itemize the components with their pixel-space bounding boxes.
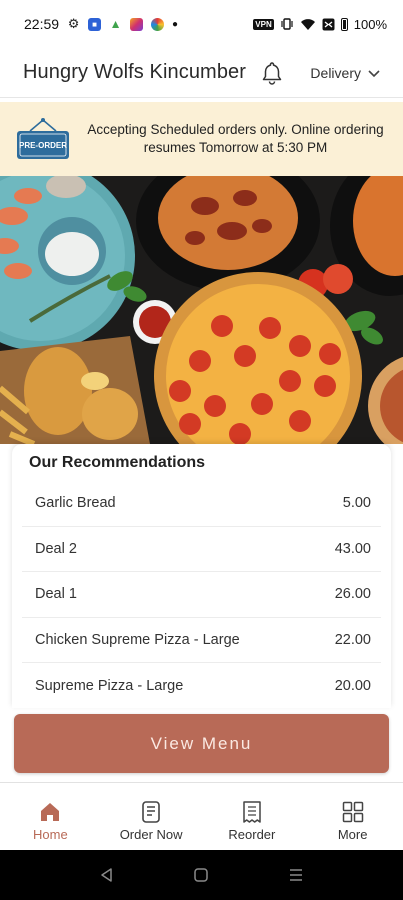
list-item[interactable]: Supreme Pizza - Large 20.00	[22, 663, 381, 708]
hero-food-image	[0, 176, 403, 444]
list-item[interactable]: Chicken Supreme Pizza - Large 22.00	[22, 618, 381, 663]
receipt-icon	[239, 799, 265, 825]
delivery-label: Delivery	[310, 64, 361, 81]
chevron-down-icon	[368, 69, 380, 77]
android-icon: ▲	[109, 17, 122, 31]
item-price: 43.00	[334, 540, 371, 557]
nav-label-home: Home	[33, 827, 68, 842]
preorder-banner: PRE-ORDER Accepting Scheduled orders onl…	[0, 102, 403, 176]
restaurant-title: Hungry Wolfs Kincumber	[23, 61, 247, 83]
grid-icon	[340, 799, 366, 825]
nav-label-more: More	[337, 827, 368, 842]
home-button-icon[interactable]	[193, 867, 209, 883]
dot-icon: ●	[172, 18, 179, 30]
nav-item-order-now[interactable]: Order Now	[101, 783, 202, 850]
vpn-icon: VPN	[253, 18, 274, 30]
item-name: Garlic Bread	[35, 495, 116, 512]
item-name: Chicken Supreme Pizza - Large	[35, 631, 240, 648]
wifi-icon	[300, 19, 315, 30]
item-price: 26.00	[334, 586, 371, 603]
app-header: Hungry Wolfs Kincumber Delivery	[0, 48, 403, 98]
delivery-selector[interactable]: Delivery	[310, 65, 381, 81]
status-bar: 22:59 ⚙ ■ ▲ ● VPN 100%	[0, 0, 403, 48]
app-blue-icon: ■	[88, 17, 102, 31]
item-name: Deal 1	[35, 586, 77, 603]
list-item[interactable]: Garlic Bread 5.00	[22, 481, 381, 527]
vibrate-icon	[281, 18, 293, 30]
item-price: 20.00	[334, 677, 371, 694]
recents-icon[interactable]	[288, 867, 304, 883]
view-menu-button[interactable]: View Menu	[14, 714, 389, 773]
item-price: 5.00	[342, 495, 371, 512]
preorder-sign-icon: PRE-ORDER	[14, 117, 70, 161]
banner-message: Accepting Scheduled orders only. Online …	[87, 122, 384, 155]
preorder-badge-text: PRE-ORDER	[18, 141, 67, 150]
item-name: Supreme Pizza - Large	[35, 677, 184, 694]
gear-icon: ⚙	[67, 16, 80, 31]
nav-label-reorder: Reorder	[228, 827, 276, 842]
list-item[interactable]: Deal 2 43.00	[22, 527, 381, 572]
item-price: 22.00	[334, 631, 371, 648]
system-nav-bar	[0, 850, 403, 900]
recommendations-title: Our Recommendations	[29, 454, 206, 471]
nav-label-order-now: Order Now	[119, 827, 183, 842]
bell-icon[interactable]	[260, 61, 284, 85]
item-name: Deal 2	[35, 540, 77, 557]
bottom-nav: Home Order Now Reorder More	[0, 782, 403, 850]
recommendations-list: Garlic Bread 5.00 Deal 2 43.00 Deal 1 26…	[22, 481, 381, 708]
instagram-icon	[130, 17, 144, 31]
home-icon	[37, 799, 63, 825]
color-app-icon	[151, 17, 165, 31]
recommendations-card: Our Recommendations Garlic Bread 5.00 De…	[12, 444, 391, 708]
nav-item-reorder[interactable]: Reorder	[202, 783, 303, 850]
nav-item-home[interactable]: Home	[0, 783, 101, 850]
battery-percent: 100%	[353, 16, 387, 32]
battery-icon	[340, 17, 348, 31]
status-time: 22:59	[24, 16, 60, 32]
list-item[interactable]: Deal 1 26.00	[22, 572, 381, 618]
nav-item-more[interactable]: More	[302, 783, 403, 850]
nfc-icon	[322, 18, 335, 30]
back-icon[interactable]	[99, 867, 115, 883]
order-icon	[138, 799, 164, 825]
